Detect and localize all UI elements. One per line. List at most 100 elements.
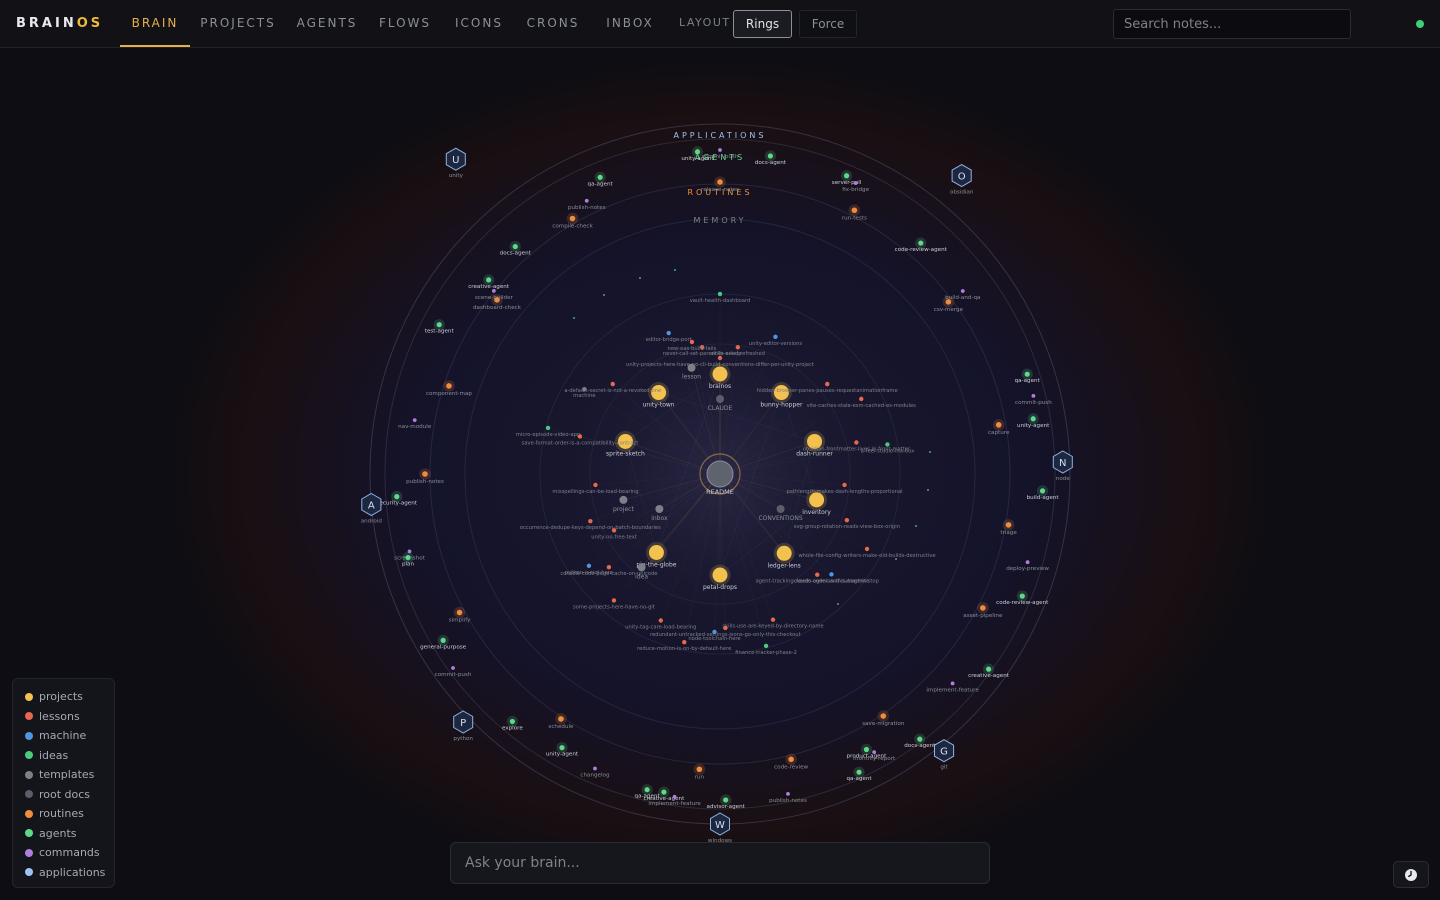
agent-node[interactable] — [451, 666, 455, 670]
agent-node[interactable] — [509, 718, 515, 725]
memory-node[interactable] — [611, 528, 617, 533]
memory-node[interactable] — [689, 339, 695, 345]
agent-node[interactable] — [491, 288, 496, 293]
tab-crons[interactable]: CRONS — [522, 0, 584, 47]
memory-node[interactable] — [829, 572, 834, 577]
layout-rings-button[interactable]: Rings — [733, 10, 792, 38]
tab-brain[interactable]: BRAIN — [120, 0, 190, 47]
inner-node[interactable] — [776, 545, 792, 561]
tab-flows[interactable]: FLOWS — [375, 0, 435, 47]
routine-node[interactable] — [422, 471, 428, 477]
memory-node[interactable] — [825, 381, 830, 387]
inner-node[interactable] — [619, 495, 628, 504]
agent-node[interactable] — [918, 240, 924, 246]
routine-node[interactable] — [1005, 522, 1012, 528]
agent-node[interactable] — [950, 681, 955, 686]
agent-node[interactable] — [440, 637, 446, 643]
memory-node[interactable] — [717, 291, 723, 297]
routine-node[interactable] — [851, 207, 858, 214]
tab-projects[interactable]: PROJECTS — [196, 0, 280, 47]
routine-node[interactable] — [558, 716, 564, 722]
agent-node[interactable] — [1039, 488, 1046, 494]
agent-node[interactable] — [843, 173, 850, 179]
legend-item-applications[interactable]: applications — [25, 863, 114, 883]
memory-node[interactable] — [610, 381, 615, 387]
agent-node[interactable] — [584, 198, 589, 203]
memory-node[interactable] — [658, 618, 664, 623]
agent-node[interactable] — [412, 418, 417, 423]
memory-node[interactable] — [859, 396, 864, 402]
memory-node[interactable] — [763, 643, 769, 649]
layout-force-button[interactable]: Force — [799, 10, 857, 38]
graph-canvas[interactable]: APPLICATIONSAGENTSROUTINESMEMORY READMEb… — [0, 48, 1440, 900]
memory-node[interactable] — [842, 482, 847, 488]
agent-node[interactable] — [661, 789, 667, 795]
agent-node[interactable] — [856, 769, 862, 775]
memory-node[interactable] — [666, 330, 671, 336]
tab-icons[interactable]: ICONS — [450, 0, 508, 47]
legend-item-root-docs[interactable]: root docs — [25, 785, 114, 805]
routine-node[interactable] — [717, 179, 723, 185]
legend-item-commands[interactable]: commands — [25, 843, 114, 863]
agent-node[interactable] — [644, 787, 650, 793]
agent-node[interactable] — [559, 745, 565, 751]
memory-node[interactable] — [588, 518, 593, 524]
agent-node[interactable] — [672, 794, 677, 799]
memory-node[interactable] — [723, 625, 728, 631]
agent-node[interactable] — [872, 750, 877, 755]
legend-item-lessons[interactable]: lessons — [25, 707, 114, 727]
agent-node[interactable] — [853, 181, 858, 185]
memory-node[interactable] — [854, 440, 859, 445]
tab-inbox[interactable]: INBOX — [599, 0, 661, 47]
memory-node[interactable] — [586, 563, 592, 568]
agent-node[interactable] — [694, 149, 701, 155]
routine-node[interactable] — [995, 422, 1002, 428]
inner-node[interactable] — [648, 544, 664, 560]
agent-node[interactable] — [597, 174, 603, 180]
center-node[interactable] — [706, 460, 734, 488]
agent-node[interactable] — [985, 666, 992, 672]
agent-node[interactable] — [1025, 560, 1030, 565]
legend-item-ideas[interactable]: ideas — [25, 746, 114, 766]
memory-node[interactable] — [773, 334, 778, 339]
agent-node[interactable] — [1030, 416, 1036, 422]
agent-node[interactable] — [917, 736, 923, 742]
agent-node[interactable] — [1031, 393, 1036, 398]
agent-node[interactable] — [786, 791, 790, 796]
brain-graph[interactable]: APPLICATIONS AGENTS ROUTINES MEMORY README b… — [0, 48, 1440, 900]
inner-node[interactable] — [655, 505, 664, 513]
memory-node[interactable] — [735, 345, 741, 350]
agent-node[interactable] — [960, 289, 965, 293]
memory-node[interactable] — [606, 565, 612, 570]
agent-node[interactable] — [863, 746, 870, 753]
routine-node[interactable] — [569, 215, 576, 222]
inner-node[interactable] — [712, 366, 728, 382]
memory-node[interactable] — [844, 517, 850, 523]
ask-input[interactable] — [450, 842, 990, 884]
agent-node[interactable] — [1024, 371, 1030, 377]
legend-item-agents[interactable]: agents — [25, 824, 114, 844]
agent-node[interactable] — [486, 277, 492, 283]
memory-node[interactable] — [593, 482, 598, 488]
memory-node[interactable] — [611, 598, 617, 603]
legend-item-machine[interactable]: machine — [25, 726, 114, 746]
memory-node[interactable] — [885, 442, 890, 447]
memory-node[interactable] — [577, 434, 583, 439]
search-input[interactable] — [1113, 9, 1351, 39]
agent-node[interactable] — [593, 766, 597, 771]
memory-node[interactable] — [582, 387, 587, 392]
routine-node[interactable] — [446, 383, 452, 389]
agent-node[interactable] — [718, 148, 722, 152]
memory-node[interactable] — [717, 355, 723, 361]
inner-node[interactable] — [716, 395, 724, 403]
history-button[interactable] — [1393, 861, 1429, 888]
memory-node[interactable] — [770, 617, 776, 622]
legend-item-projects[interactable]: projects — [25, 687, 114, 707]
routine-node[interactable] — [980, 605, 986, 611]
agent-node[interactable] — [723, 797, 729, 803]
memory-node[interactable] — [682, 640, 687, 645]
routine-node[interactable] — [788, 756, 794, 763]
agent-node[interactable] — [512, 243, 518, 250]
routine-node[interactable] — [880, 713, 887, 719]
memory-node[interactable] — [815, 572, 820, 577]
